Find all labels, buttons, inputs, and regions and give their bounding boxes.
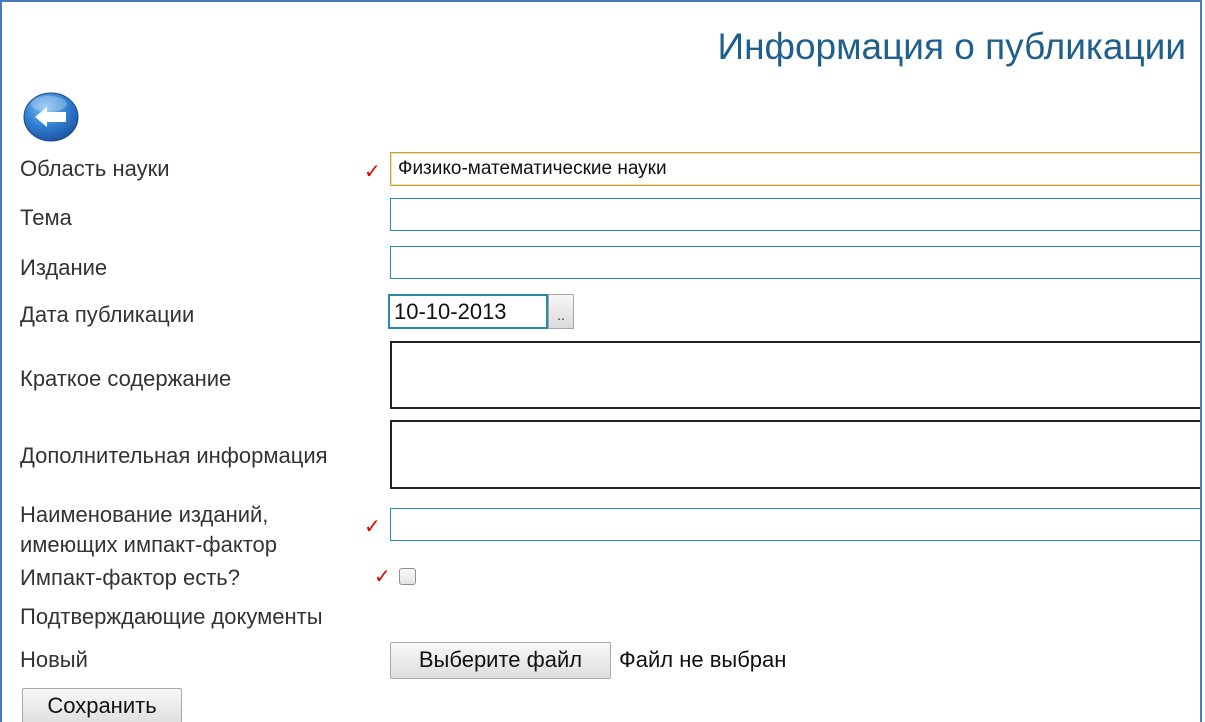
topic-label: Тема — [20, 205, 72, 230]
required-mark-icon: ✓ — [364, 161, 381, 183]
summary-textarea[interactable] — [390, 341, 1200, 409]
additional-info-label: Дополнительная информация — [20, 443, 328, 468]
field-of-science-select[interactable]: Физико-математические науки — [390, 152, 1200, 186]
back-arrow-icon[interactable] — [22, 90, 80, 142]
supporting-docs-label: Подтверждающие документы — [20, 604, 323, 629]
impact-editions-label-line1: Наименование изданий, — [20, 502, 269, 527]
required-mark-icon: ✓ — [374, 566, 391, 588]
summary-label: Краткое содержание — [20, 366, 232, 391]
page-title: Информация о публикации — [717, 26, 1186, 67]
additional-info-textarea[interactable] — [390, 420, 1200, 489]
required-mark-icon: ✓ — [364, 516, 381, 538]
has-impact-factor-label: Импакт-фактор есть? — [20, 565, 240, 590]
file-status-text: Файл не выбран — [619, 647, 787, 672]
field-of-science-label: Область науки — [20, 156, 170, 181]
edition-input[interactable] — [390, 246, 1200, 279]
choose-file-button[interactable]: Выберите файл — [390, 642, 611, 679]
edition-label: Издание — [20, 255, 108, 280]
date-picker-button[interactable]: .. — [548, 294, 574, 329]
publication-info-form: Информация о публикации Область науки ✓ … — [0, 0, 1202, 722]
publication-date-input[interactable]: 10-10-2013 — [388, 294, 548, 329]
new-file-label: Новый — [20, 647, 88, 672]
topic-input[interactable] — [390, 198, 1200, 231]
has-impact-factor-checkbox[interactable] — [399, 568, 416, 585]
impact-editions-label-line2: имеющих импакт-фактор — [20, 532, 277, 557]
publication-date-label: Дата публикации — [20, 302, 195, 327]
save-button[interactable]: Сохранить — [22, 688, 182, 722]
impact-editions-input[interactable] — [390, 508, 1200, 541]
